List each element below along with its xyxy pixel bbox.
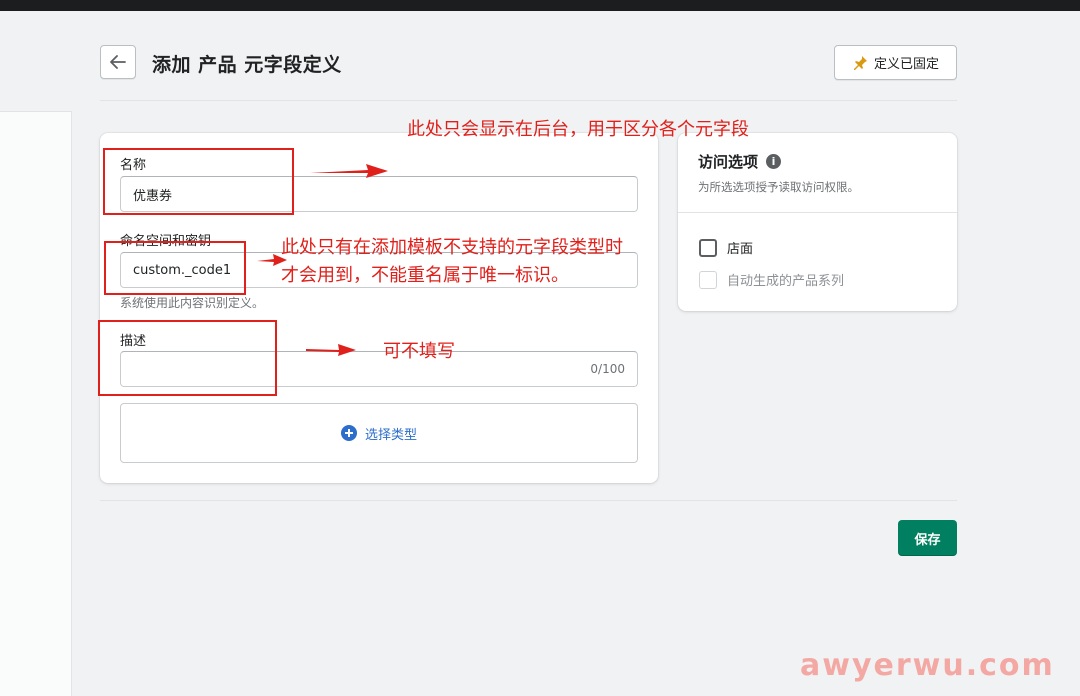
access-options-title-text: 访问选项	[698, 153, 759, 171]
back-button[interactable]	[100, 45, 136, 79]
access-options-divider	[678, 212, 957, 213]
info-icon[interactable]: i	[766, 154, 782, 169]
storefront-checkbox[interactable]	[699, 238, 717, 257]
watermark: awyerwu.com	[800, 648, 1055, 683]
pin-icon	[853, 55, 867, 70]
annotation-box-description	[98, 320, 277, 396]
select-type-label: 选择类型	[364, 427, 417, 443]
storefront-label: 店面	[727, 242, 754, 257]
annotation-box-namespace	[104, 241, 246, 295]
pinned-definition-label: 定义已固定	[873, 57, 939, 72]
annotation-arrow-1	[310, 164, 388, 178]
auto-collection-label: 自动生成的产品系列	[727, 274, 845, 289]
access-options-subtitle: 为所选选项授予读取访问权限。	[698, 180, 859, 194]
footer-divider	[100, 500, 957, 501]
arrow-left-icon	[110, 55, 126, 69]
header-divider	[100, 100, 957, 101]
save-button[interactable]: 保存	[898, 520, 957, 556]
left-nav-selected[interactable]	[0, 40, 72, 112]
left-nav-panel	[0, 40, 72, 696]
plus-circle-icon	[340, 425, 357, 441]
annotation-text-2b: 才会用到，不能重名属于唯一标识。	[281, 265, 569, 286]
select-type-button[interactable]: 选择类型	[120, 403, 638, 463]
annotation-box-name	[103, 148, 294, 215]
page-title: 添加 产品 元字段定义	[152, 54, 342, 76]
annotation-arrow-3	[306, 344, 356, 356]
top-bar	[0, 0, 1080, 11]
auto-collection-option: 自动生成的产品系列	[699, 270, 844, 289]
annotation-text-2a: 此处只有在添加模板不支持的元字段类型时	[281, 237, 623, 258]
annotation-text-1: 此处只会显示在后台，用于区分各个元字段	[407, 119, 749, 140]
access-options-title: 访问选项 i	[698, 151, 782, 172]
annotation-text-3: 可不填写	[383, 341, 455, 362]
auto-collection-checkbox	[699, 270, 717, 289]
description-counter: 0/100	[590, 362, 625, 376]
storefront-option[interactable]: 店面	[699, 238, 753, 257]
namespace-help-text: 系统使用此内容识别定义。	[120, 296, 265, 310]
pinned-definition-button[interactable]: 定义已固定	[834, 45, 957, 80]
